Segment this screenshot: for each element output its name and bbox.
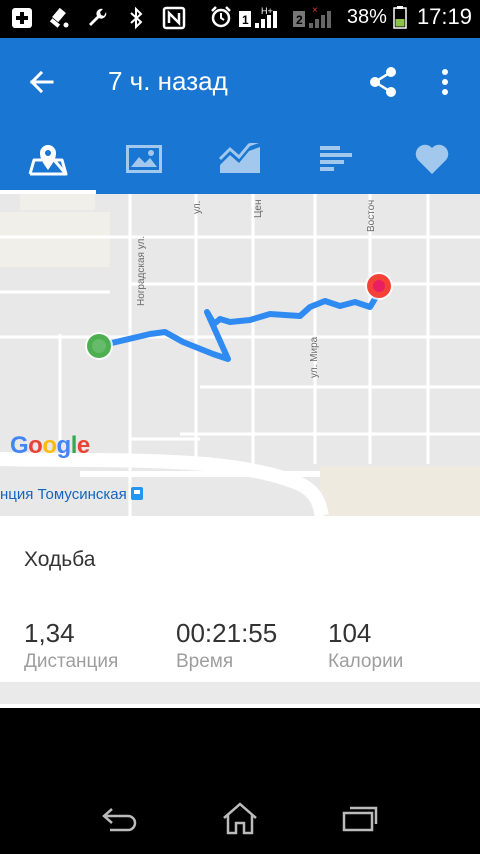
bars-icon [320,146,352,171]
status-bar: 1 H+ 2 × 38% 17:19 [0,0,480,38]
svg-text:H+: H+ [261,6,273,16]
more-options-button[interactable] [430,62,460,102]
tab-laps[interactable] [288,124,384,194]
chart-icon [219,143,260,173]
system-nav-bar [0,708,480,854]
nfc-icon [162,6,186,30]
bluetooth-icon [124,6,148,30]
street-label: ул. Мира [309,336,320,378]
tab-photos[interactable] [96,124,192,194]
activity-type: Ходьба [24,548,96,571]
route-map[interactable]: ул. Цен Восточ Ноградская ул. ул. Мира G… [0,194,480,516]
time-value: 00:21:55 [176,618,278,648]
tab-bar [0,124,480,194]
map-streets [0,194,480,516]
street-label: Восточ [366,199,377,232]
svg-text:×: × [312,5,318,16]
wrench-icon [86,6,110,30]
tab-charts[interactable] [192,124,288,194]
stat-calories: 104 Калории [328,618,403,673]
back-button[interactable] [22,62,62,102]
nav-home-button[interactable] [218,800,262,836]
recents-icon [342,806,378,832]
distance-value: 1,34 [24,618,75,648]
heart-icon [415,144,449,174]
satellite-icon [48,6,72,30]
street-label: Ноградская ул. [136,235,147,306]
nav-back-button[interactable] [98,800,142,836]
sim2-signal-icon: 2 × [292,5,341,29]
app-bar: 7 ч. назад [0,38,480,124]
station-label: нция Томусинская [0,486,143,503]
map-icon [28,145,68,176]
image-icon [126,145,162,173]
share-button[interactable] [364,62,404,102]
battery-icon [393,5,407,29]
battery-percent: 38% [346,5,387,28]
arrow-back-icon [29,70,54,94]
page-title: 7 ч. назад [108,66,228,96]
stat-time: 00:21:55 Время [176,618,277,673]
tab-heart[interactable] [384,124,480,194]
stat-distance: 1,34 Дистанция [24,618,118,673]
station-name: нция Томусинская [0,486,127,503]
sim1-signal-icon: 1 H+ [238,5,287,29]
time-label: Время [176,651,234,672]
share-icon [370,67,396,97]
svg-text:2: 2 [296,13,303,27]
calories-value: 104 [328,618,372,648]
street-label: Цен [253,199,264,218]
google-logo: Google [10,432,90,459]
more-vert-icon [442,69,448,95]
activity-details: Ходьба 1,34 Дистанция 00:21:55 Время 104… [0,516,480,682]
street-label: ул. [192,200,203,214]
home-icon [223,802,257,835]
svg-text:1: 1 [242,13,249,27]
section-divider [0,682,480,704]
clock: 17:19 [416,4,472,29]
nav-recents-button[interactable] [338,800,382,836]
alarm-icon [209,5,233,29]
calories-label: Калории [328,651,404,672]
nav-back-icon [102,808,137,832]
add-icon [10,6,34,30]
distance-label: Дистанция [24,651,119,672]
tab-map[interactable] [0,124,96,194]
bus-stop-icon [130,487,143,500]
